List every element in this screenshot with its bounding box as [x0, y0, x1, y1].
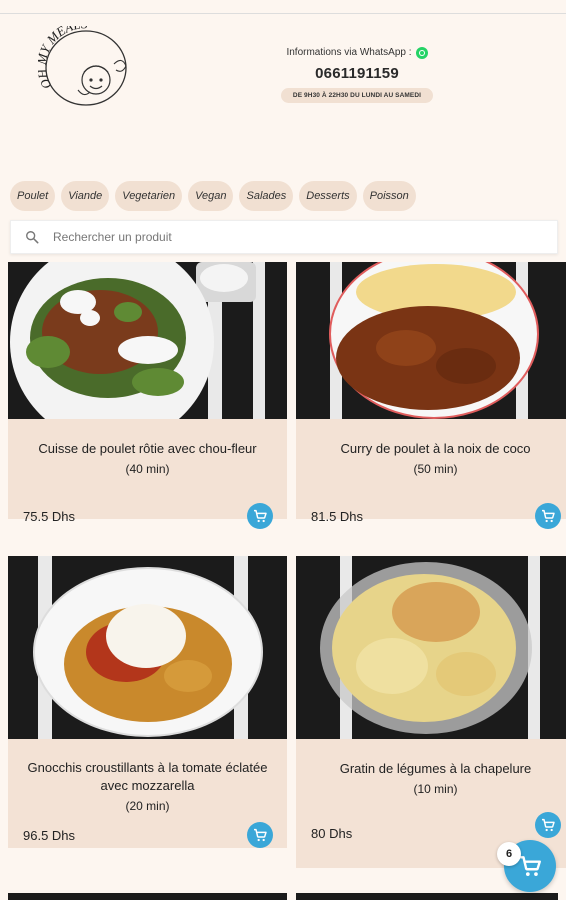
- product-image[interactable]: [8, 556, 287, 739]
- product-title[interactable]: Cuisse de poulet rôtie avec chou-fleur: [22, 440, 273, 458]
- cart-count-badge: 6: [497, 842, 521, 866]
- cart-icon: [520, 856, 541, 876]
- product-price: 80 Dhs: [311, 826, 353, 841]
- contact-info: Informations via WhatsApp : 0661191159 D…: [272, 42, 442, 103]
- category-salades[interactable]: Salades: [239, 181, 294, 211]
- svg-text:OH MY MEALS: OH MY MEALS: [38, 26, 88, 91]
- logo-text: OH MY MEALS: [34, 16, 89, 91]
- product-price: 96.5 Dhs: [23, 827, 76, 843]
- product-image[interactable]: [296, 556, 566, 739]
- opening-hours-badge: DE 9H30 À 22H30 DU LUNDI AU SAMEDI: [280, 88, 434, 103]
- category-desserts[interactable]: Desserts: [299, 181, 357, 211]
- product-duration: (40 min): [125, 462, 170, 476]
- next-product-image: [296, 893, 558, 900]
- search-icon[interactable]: [25, 230, 39, 244]
- add-to-cart-button[interactable]: [247, 503, 273, 529]
- product-title[interactable]: Gratin de légumes à la chapelure: [310, 760, 561, 778]
- category-poisson[interactable]: Poisson: [362, 181, 416, 211]
- whatsapp-icon[interactable]: [415, 46, 428, 59]
- product-price: 81.5 Dhs: [311, 508, 364, 524]
- cart-icon: [254, 509, 267, 523]
- product-title[interactable]: Gnocchis croustillants à la tomate éclat…: [22, 759, 273, 795]
- add-to-cart-button[interactable]: [247, 822, 273, 848]
- add-to-cart-button[interactable]: [535, 503, 561, 529]
- whatsapp-label: Informations via WhatsApp :: [286, 47, 412, 58]
- product-card[interactable]: Gnocchis croustillants à la tomate éclat…: [8, 556, 287, 848]
- product-card[interactable]: Curry de poulet à la noix de coco (50 mi…: [296, 262, 566, 529]
- product-duration: (20 min): [125, 799, 170, 813]
- product-duration: (50 min): [413, 462, 458, 476]
- product-card[interactable]: Gratin de légumes à la chapelure (10 min…: [296, 556, 566, 868]
- phone-number[interactable]: 0661191159: [272, 65, 442, 82]
- product-duration: (10 min): [413, 782, 458, 796]
- top-bar: [0, 0, 566, 14]
- product-card[interactable]: Cuisse de poulet rôtie avec chou-fleur (…: [8, 262, 287, 529]
- category-poulet[interactable]: Poulet: [10, 181, 56, 211]
- search-bar: [10, 220, 558, 254]
- cart-icon: [542, 509, 555, 523]
- product-image[interactable]: [8, 262, 287, 419]
- category-bar: Poulet Viande Vegetarien Vegan Salades D…: [10, 181, 416, 211]
- cart-icon: [254, 828, 267, 842]
- category-viande[interactable]: Viande: [61, 181, 110, 211]
- cart-icon: [542, 818, 555, 831]
- add-to-cart-button[interactable]: [535, 811, 561, 838]
- header: OH MY MEALS Informations via WhatsApp : …: [0, 14, 566, 211]
- logo-mark: OH MY MEALS: [34, 16, 127, 106]
- category-vegan[interactable]: Vegan: [188, 181, 234, 211]
- product-image[interactable]: [296, 262, 566, 419]
- category-vegetarien[interactable]: Vegetarien: [115, 181, 183, 211]
- brand-logo[interactable]: OH MY MEALS: [34, 16, 138, 108]
- product-title[interactable]: Curry de poulet à la noix de coco: [310, 440, 561, 458]
- product-price: 75.5 Dhs: [23, 508, 76, 524]
- next-product-image: [8, 893, 287, 900]
- floating-cart-button[interactable]: 6: [497, 840, 556, 892]
- search-input[interactable]: [53, 230, 453, 244]
